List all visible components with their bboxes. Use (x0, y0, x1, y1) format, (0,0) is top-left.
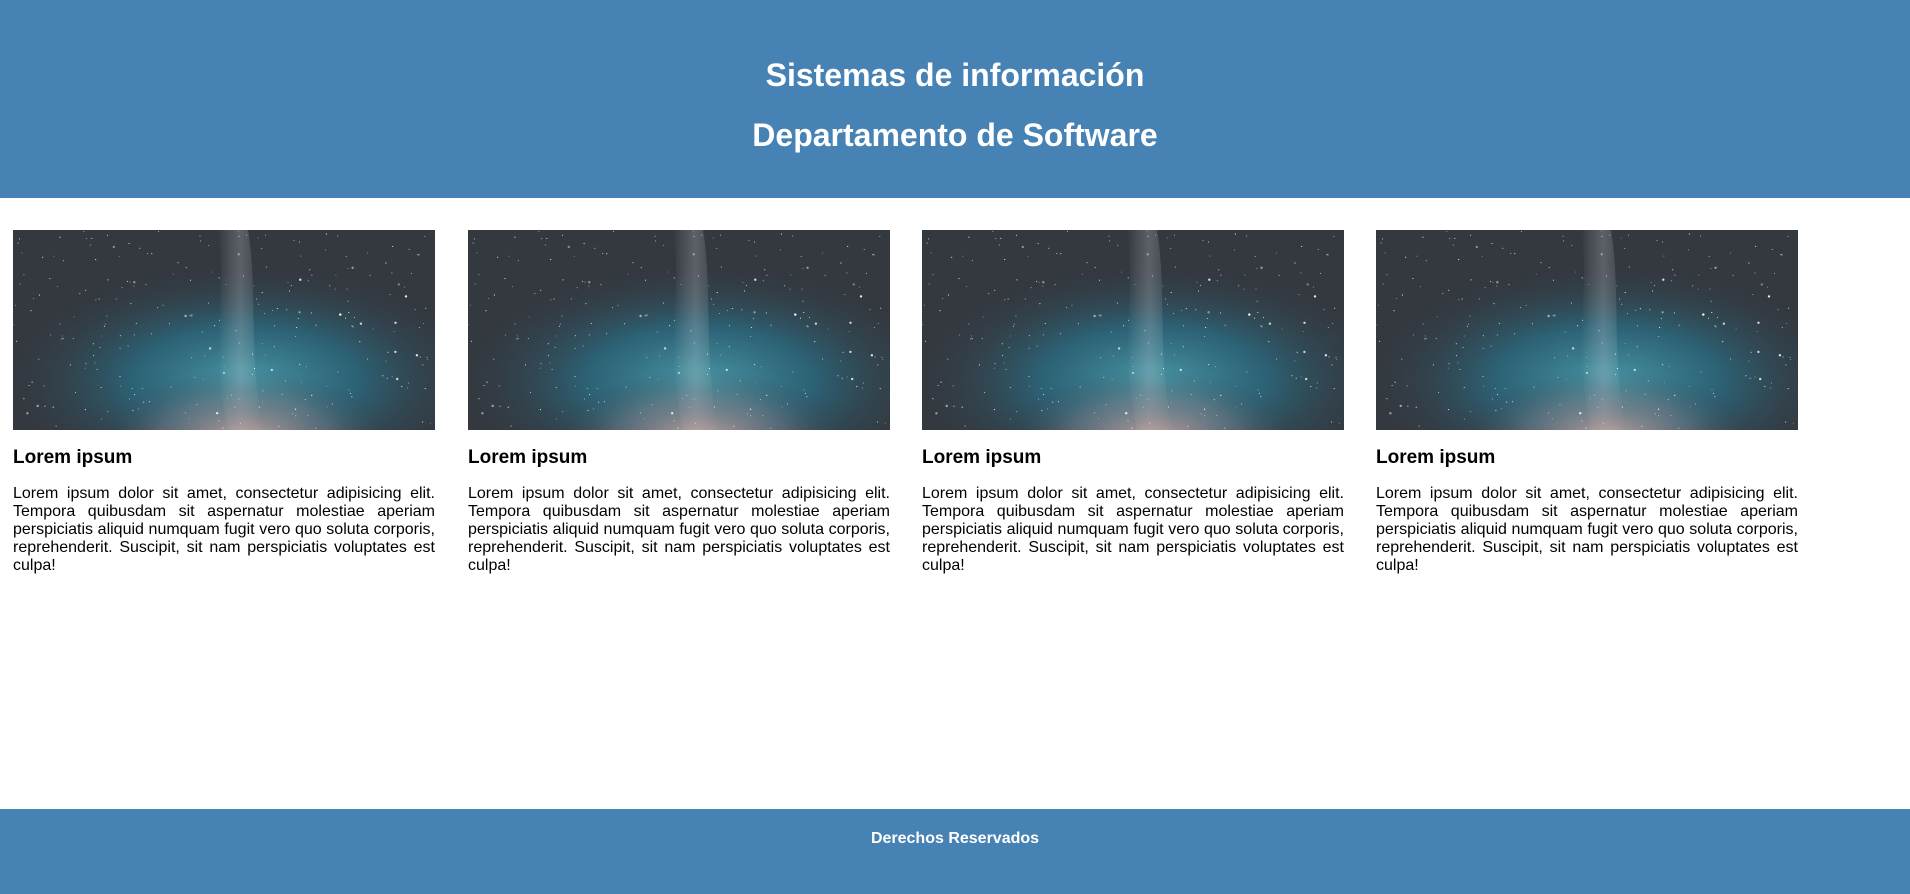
galaxy-image (468, 230, 890, 430)
site-header: Sistemas de información Departamento de … (0, 0, 1910, 198)
card-title: Lorem ipsum (468, 447, 588, 468)
page-title: Sistemas de información (765, 57, 1145, 93)
page-subtitle: Departamento de Software (752, 117, 1158, 153)
galaxy-image (922, 230, 1344, 430)
card-title: Lorem ipsum (922, 447, 1042, 468)
card: Lorem ipsum Lorem ipsum dolor sit amet, … (1376, 230, 1798, 575)
card: Lorem ipsum Lorem ipsum dolor sit amet, … (468, 230, 890, 575)
card-text: Lorem ipsum dolor sit amet, consectetur … (13, 485, 435, 574)
card: Lorem ipsum Lorem ipsum dolor sit amet, … (13, 230, 435, 575)
card-title: Lorem ipsum (1376, 447, 1496, 468)
footer-text: Derechos Reservados (870, 830, 1040, 847)
galaxy-image (13, 230, 435, 430)
card-text: Lorem ipsum dolor sit amet, consectetur … (1376, 485, 1798, 574)
card-text: Lorem ipsum dolor sit amet, consectetur … (468, 485, 890, 574)
card-text: Lorem ipsum dolor sit amet, consectetur … (922, 485, 1344, 574)
card-title: Lorem ipsum (13, 447, 133, 468)
card: Lorem ipsum Lorem ipsum dolor sit amet, … (922, 230, 1344, 575)
site-footer: Derechos Reservados (0, 809, 1910, 894)
galaxy-image (1376, 230, 1798, 430)
